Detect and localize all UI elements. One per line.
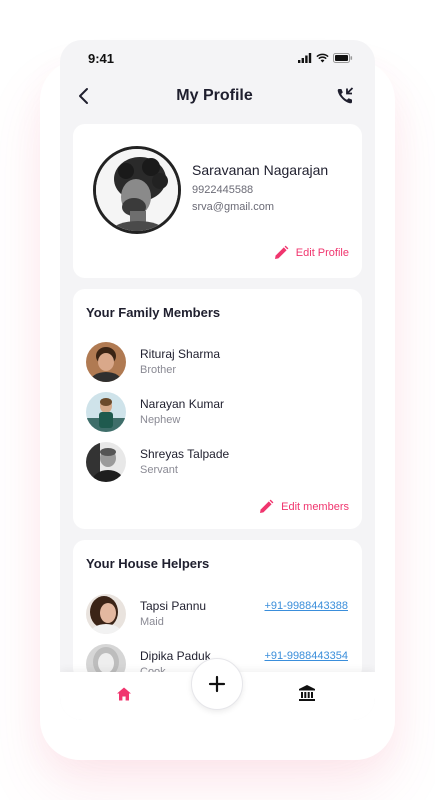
edit-profile-button[interactable]: Edit Profile: [273, 245, 349, 261]
pencil-icon: [260, 499, 274, 513]
home-icon: [117, 687, 131, 701]
profile-phone: 9922445588: [192, 184, 254, 196]
member-avatar: [86, 392, 126, 432]
member-name: Narayan Kumar: [140, 397, 225, 411]
edit-members-button[interactable]: Edit members: [258, 499, 349, 515]
page-title: My Profile: [176, 87, 253, 104]
status-time: 9:41: [88, 50, 115, 66]
chevron-left-icon: [79, 88, 88, 104]
nav-home-button[interactable]: [116, 686, 132, 707]
profile-photo: [96, 149, 178, 231]
back-button[interactable]: [72, 84, 96, 108]
signal-icon: [298, 53, 312, 63]
member-relation: Nephew: [140, 414, 181, 426]
add-button[interactable]: [191, 658, 243, 710]
helper-name: Dipika Paduk: [140, 649, 211, 663]
helper-avatar: [86, 594, 126, 634]
helper-role: Maid: [140, 616, 164, 628]
battery-icon: [333, 53, 353, 63]
family-member-row[interactable]: Shreyas Talpade Servant: [86, 442, 348, 482]
helper-row[interactable]: Tapsi Pannu Maid +91-9988443388: [86, 594, 348, 634]
helper-phone-link[interactable]: +91-9988443388: [265, 600, 349, 612]
member-avatar: [86, 342, 126, 382]
phone-call-icon: [337, 87, 354, 104]
call-button[interactable]: [333, 84, 357, 108]
helpers-section-title: Your House Helpers: [86, 556, 210, 571]
wifi-icon: [316, 53, 329, 63]
member-relation: Brother: [140, 364, 177, 376]
family-member-row[interactable]: Narayan Kumar Nephew: [86, 392, 348, 432]
pencil-icon: [274, 245, 289, 259]
family-section-title: Your Family Members: [86, 305, 221, 320]
family-members-card: Your Family Members Rituraj Sharma Broth…: [73, 289, 362, 529]
bank-icon: [299, 685, 315, 701]
profile-avatar: [93, 146, 181, 234]
nav-bank-button[interactable]: [298, 684, 316, 707]
phone-screen: 9:41 My Profile Saravanan Nagarajan 9922…: [60, 40, 375, 720]
edit-members-label: Edit members: [281, 501, 349, 513]
helper-phone-link[interactable]: +91-9988443354: [265, 650, 349, 662]
family-member-row[interactable]: Rituraj Sharma Brother: [86, 342, 348, 382]
status-bar: 9:41: [60, 40, 375, 76]
edit-profile-label: Edit Profile: [295, 247, 349, 259]
app-header: My Profile: [60, 76, 375, 116]
helper-name: Tapsi Pannu: [140, 599, 207, 613]
profile-email: srva@gmail.com: [192, 201, 275, 213]
member-name: Rituraj Sharma: [140, 347, 221, 361]
member-avatar: [86, 442, 126, 482]
profile-card: Saravanan Nagarajan 9922445588 srva@gmai…: [73, 124, 362, 278]
profile-name: Saravanan Nagarajan: [192, 162, 329, 178]
member-name: Shreyas Talpade: [140, 447, 230, 461]
status-icons: [298, 53, 353, 63]
plus-icon: [208, 675, 226, 693]
member-relation: Servant: [140, 464, 178, 476]
